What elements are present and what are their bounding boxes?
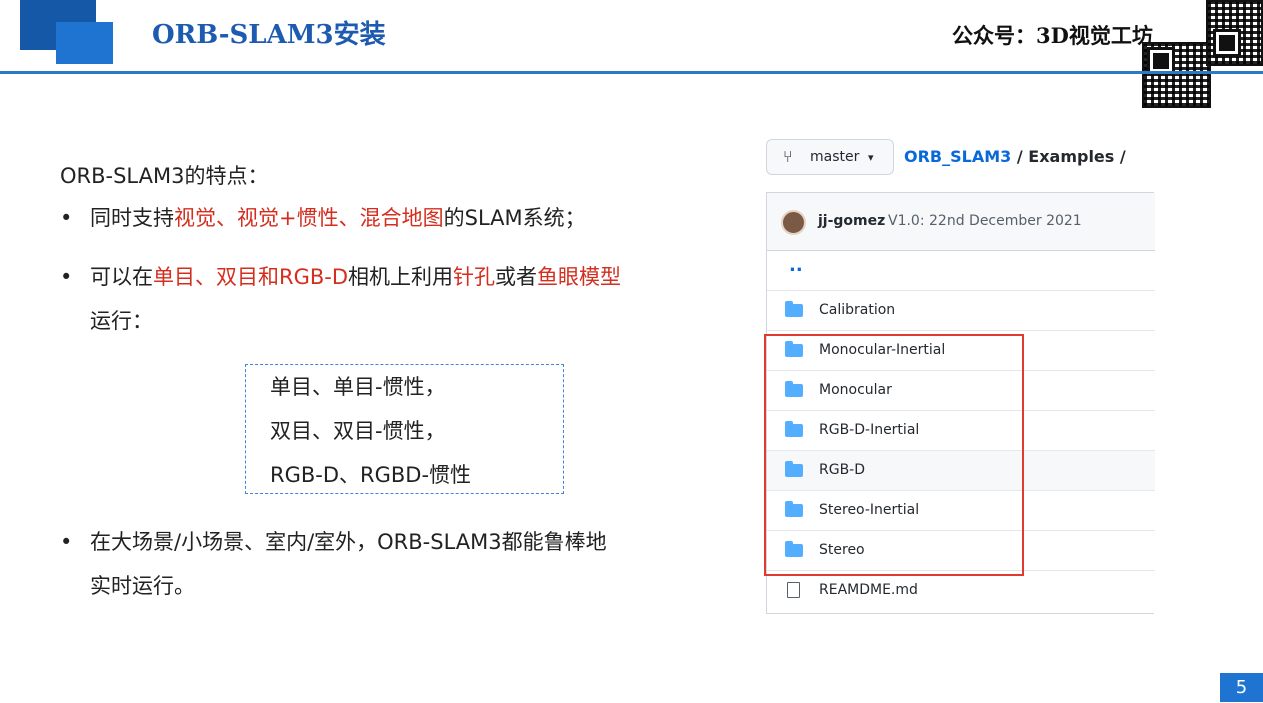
- text-part: 的SLAM系统；: [443, 206, 586, 230]
- highlight-text: 单目、双目和RGB-D: [153, 265, 349, 289]
- bullet-marker: •: [60, 265, 73, 289]
- bullet-text: 可以在单目、双目和RGB-D相机上利用针孔或者鱼眼模型: [90, 255, 621, 299]
- bullet-text-continued: 实时运行。: [90, 574, 195, 598]
- branch-icon: ⑂: [783, 147, 793, 166]
- modes-box: 单目、单目-惯性， 双目、双目-惯性， RGB-D、RGBD-惯性: [245, 364, 564, 494]
- branch-selector[interactable]: ⑂ master ▾: [766, 139, 894, 175]
- bullet-marker: •: [60, 206, 73, 230]
- qr-finder: [1147, 47, 1175, 75]
- latest-commit: jj-gomez V1.0: 22nd December 2021: [767, 193, 1155, 251]
- text-part: 相机上利用: [348, 265, 454, 289]
- features-heading: ORB-SLAM3的特点：: [60, 164, 269, 188]
- text-part: 可以在: [90, 265, 153, 289]
- text-part: 同时支持: [90, 206, 174, 230]
- page-number: 5: [1220, 673, 1263, 702]
- file-name[interactable]: REAMDME.md: [819, 582, 918, 598]
- highlight-text: 视觉、视觉+惯性、混合地图: [174, 206, 444, 230]
- qr-code-icon: [1142, 42, 1211, 108]
- parent-dir-row[interactable]: ..: [767, 251, 1155, 291]
- file-icon: [787, 582, 800, 598]
- folder-icon: [785, 301, 803, 317]
- bullet-marker: •: [60, 530, 73, 554]
- bullet-text: 在大场景/小场景、室内/室外，ORB-SLAM3都能鲁棒地: [90, 530, 607, 554]
- parent-dir-link[interactable]: ..: [789, 255, 803, 276]
- mode-line: 双目、双目-惯性，: [270, 419, 446, 443]
- qr-code-icon: [1206, 0, 1263, 66]
- chevron-down-icon: ▾: [868, 151, 874, 164]
- bullet-text-continued: 运行：: [90, 309, 153, 333]
- logo-block-light: [56, 22, 113, 64]
- commit-author[interactable]: jj-gomez: [818, 213, 885, 229]
- slide-title: ORB-SLAM3安装: [152, 20, 386, 50]
- highlight-text: 鱼眼模型: [537, 265, 622, 289]
- wechat-account-label: 公众号：3D视觉工坊: [952, 23, 1153, 48]
- bullet-text: 同时支持视觉、视觉+惯性、混合地图的SLAM系统；: [90, 196, 586, 240]
- qr-finder: [1213, 29, 1241, 57]
- branch-name: master: [810, 149, 860, 165]
- text-part: 或者: [495, 265, 538, 289]
- highlight-text: 针孔: [453, 265, 496, 289]
- list-item[interactable]: REAMDME.md: [767, 571, 1155, 611]
- commit-message[interactable]: V1.0: 22nd December 2021: [888, 213, 1082, 229]
- repo-link[interactable]: ORB_SLAM3: [904, 147, 1011, 166]
- folder-name[interactable]: Calibration: [819, 302, 895, 318]
- mode-line: RGB-D、RGBD-惯性: [270, 463, 472, 487]
- mode-line: 单目、单目-惯性，: [270, 375, 446, 399]
- breadcrumb-path: / Examples /: [1011, 147, 1126, 166]
- highlight-frame: [764, 334, 1024, 576]
- breadcrumb: ORB_SLAM3 / Examples /: [904, 147, 1126, 166]
- list-item[interactable]: Calibration: [767, 291, 1155, 331]
- header-divider: [0, 71, 1263, 74]
- avatar: [781, 210, 806, 235]
